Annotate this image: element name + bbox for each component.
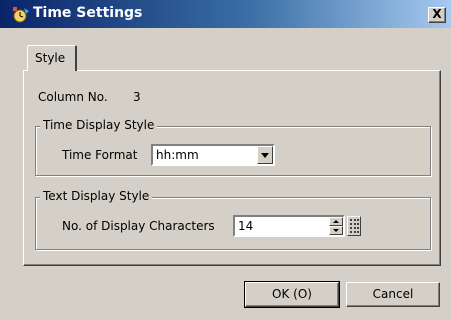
- spin-up-button[interactable]: [329, 217, 343, 226]
- time-format-value: hh:mm: [156, 148, 199, 162]
- ok-button[interactable]: OK (O): [244, 281, 340, 308]
- close-button[interactable]: X: [428, 7, 446, 23]
- display-characters-spinner[interactable]: [329, 217, 343, 235]
- chevron-down-icon: [261, 153, 269, 158]
- cancel-button[interactable]: Cancel: [346, 282, 440, 307]
- time-settings-dialog: Time Settings X Style Column No. 3 Time …: [0, 0, 451, 320]
- display-characters-label: No. of Display Characters: [62, 219, 215, 233]
- time-format-label: Time Format: [62, 148, 138, 162]
- column-no-value: 3: [133, 90, 141, 104]
- time-format-select[interactable]: hh:mm: [151, 144, 275, 166]
- dialog-title: Time Settings: [33, 5, 143, 21]
- arrow-up-icon: [333, 220, 339, 223]
- time-display-style-legend: Time Display Style: [40, 118, 158, 132]
- spin-down-button[interactable]: [329, 226, 343, 235]
- time-format-dropdown-button[interactable]: [257, 146, 273, 164]
- text-display-style-legend: Text Display Style: [40, 189, 153, 203]
- keypad-button[interactable]: [347, 216, 361, 236]
- tab-style[interactable]: Style: [27, 45, 77, 71]
- tab-style-label: Style: [35, 51, 66, 65]
- clock-settings-icon: [12, 6, 30, 24]
- column-no-label: Column No.: [38, 90, 108, 104]
- display-characters-value: 14: [238, 219, 254, 233]
- title-bar[interactable]: Time Settings X: [0, 0, 451, 28]
- arrow-down-icon: [333, 229, 339, 232]
